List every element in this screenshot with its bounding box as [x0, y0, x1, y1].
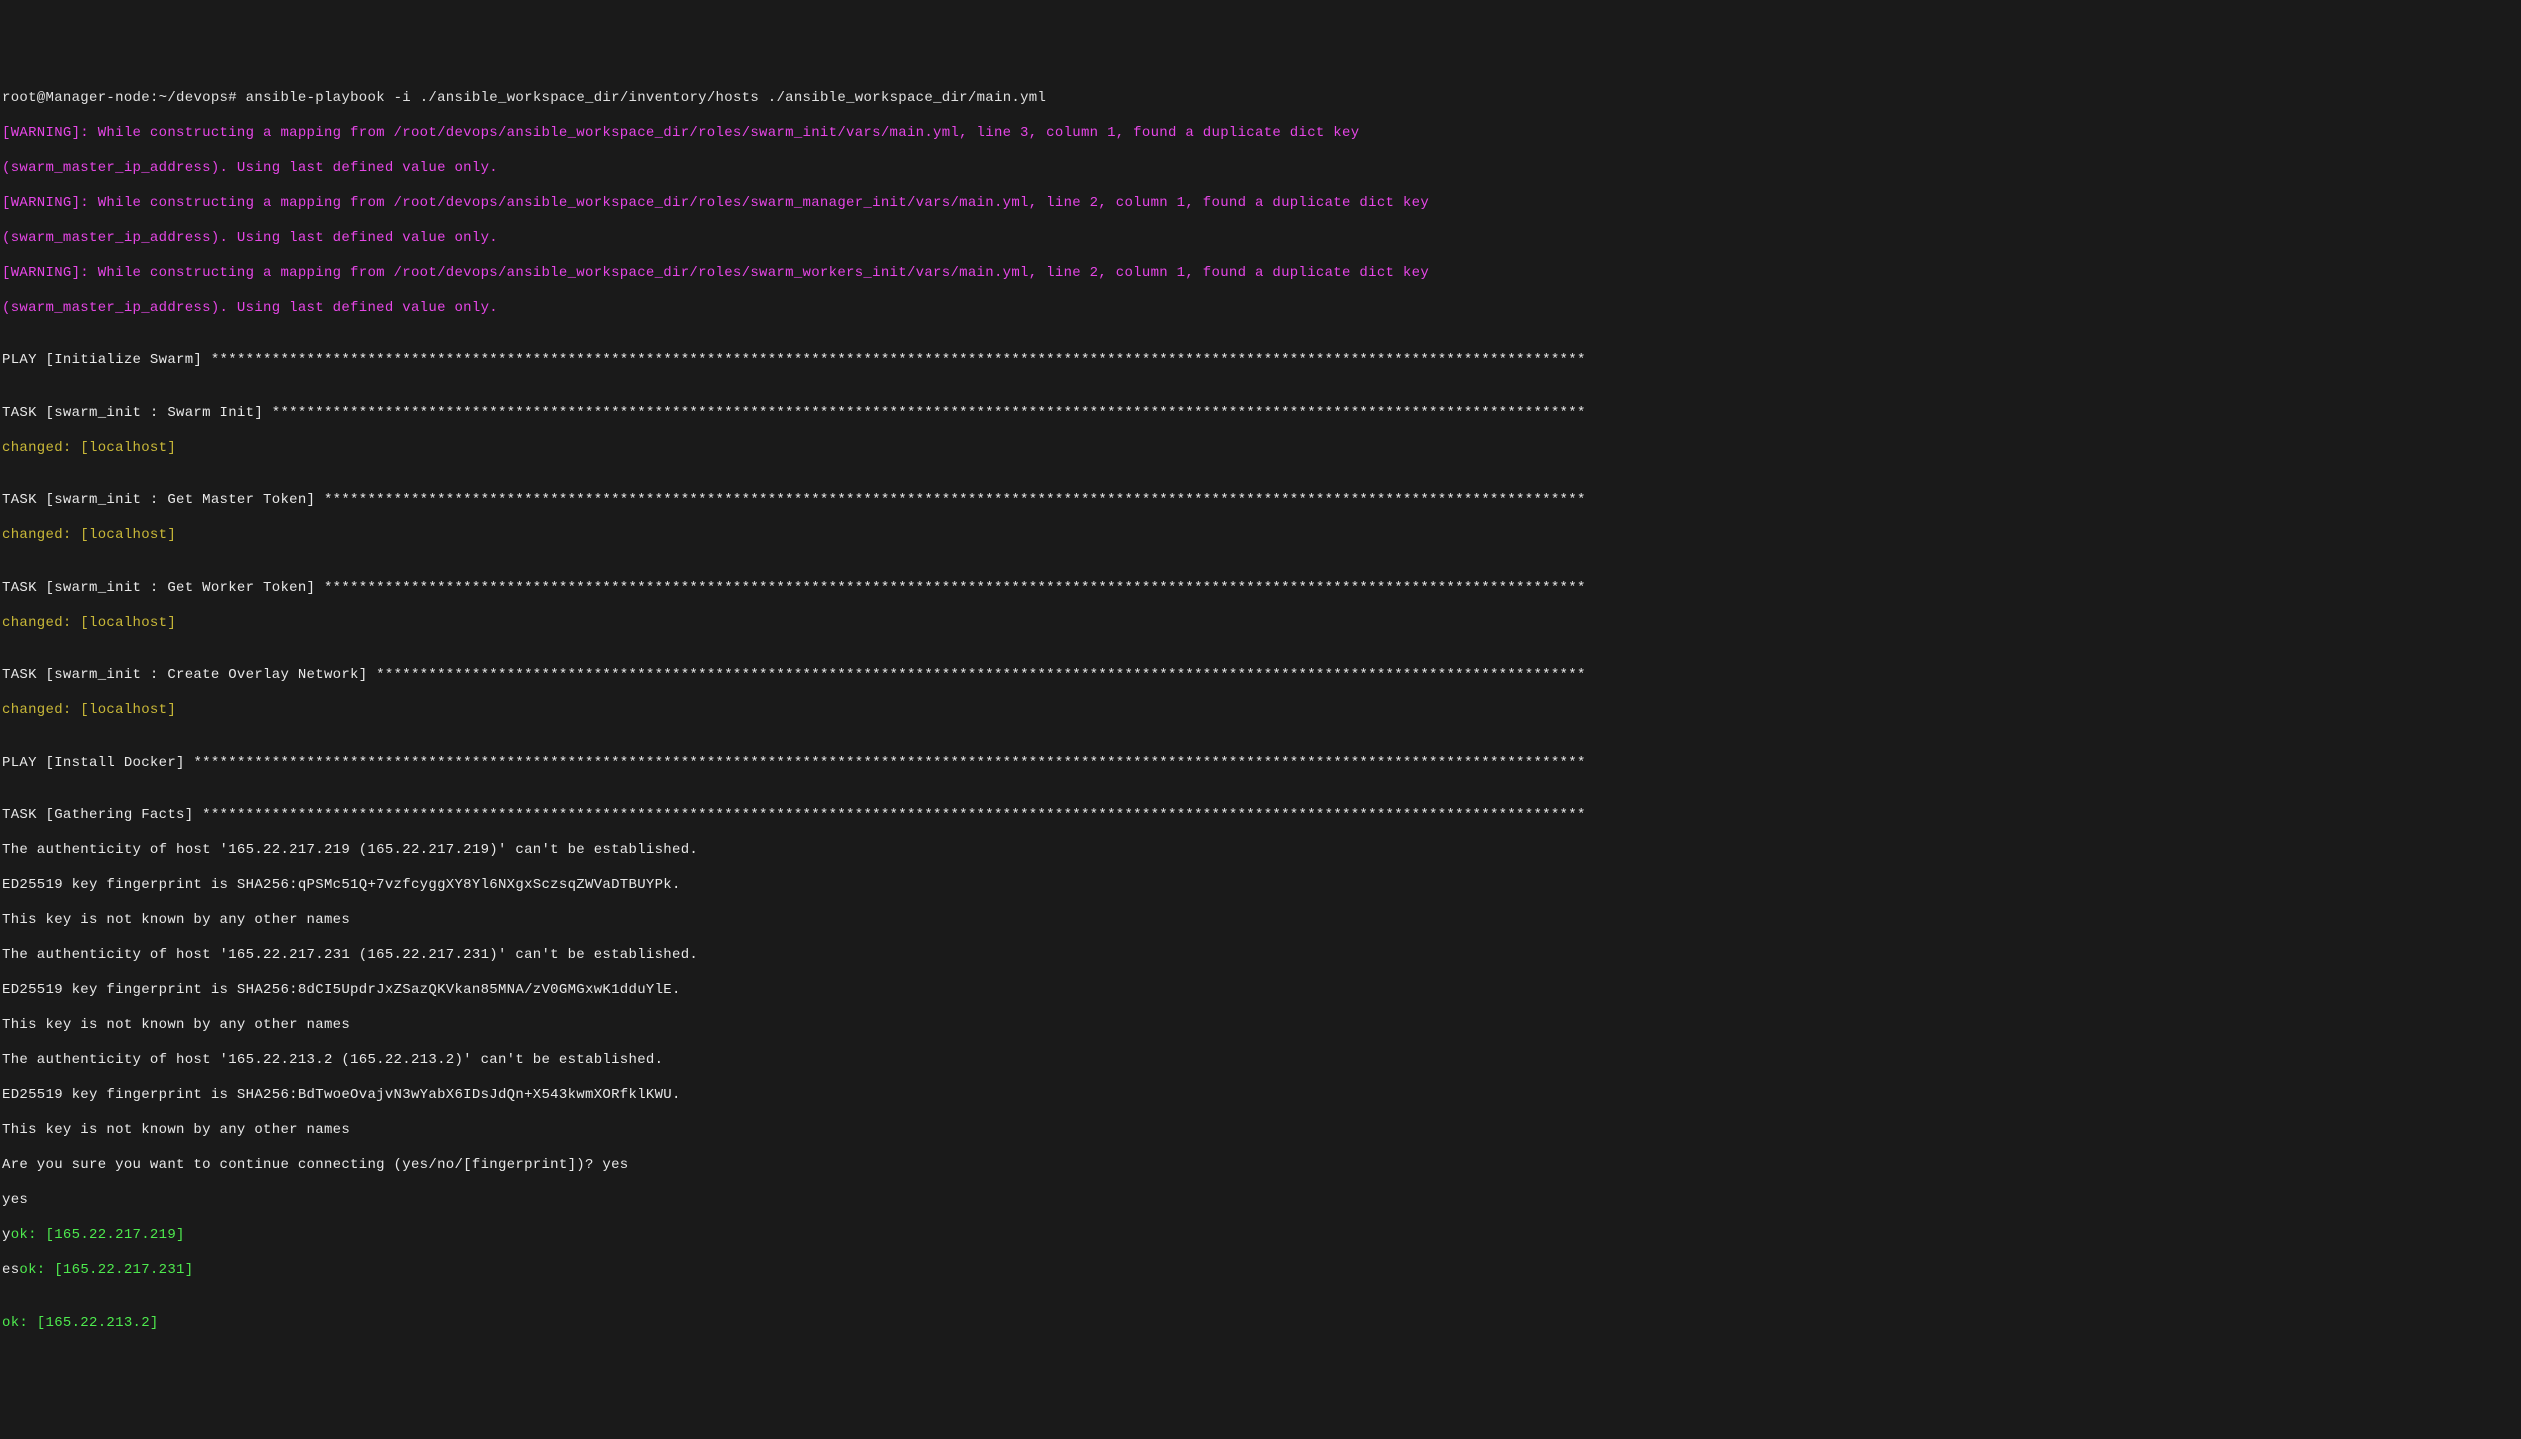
- ssh-prompt-line: This key is not known by any other names: [2, 912, 2519, 930]
- asterisk-fill: ****************************************…: [272, 405, 1586, 421]
- ok-status: ok: [165.22.217.219]: [11, 1227, 185, 1243]
- asterisk-fill: ****************************************…: [376, 667, 1586, 683]
- ok-status: ok: [165.22.213.2]: [2, 1315, 2519, 1333]
- command-text: ansible-playbook -i ./ansible_workspace_…: [246, 90, 1047, 106]
- task-header: TASK [swarm_init : Swarm Init] *********…: [2, 405, 2519, 423]
- ssh-prompt-line: yes: [2, 1192, 2519, 1210]
- task-header: TASK [Gathering Facts] *****************…: [2, 807, 2519, 825]
- prompt-user-host: root@Manager-node: [2, 90, 150, 106]
- warning-line: [WARNING]: While constructing a mapping …: [2, 125, 2519, 143]
- play-header: PLAY [Install Docker] ******************…: [2, 755, 2519, 773]
- task-label: TASK [swarm_init : Get Worker Token]: [2, 580, 324, 596]
- mixed-output-line: yok: [165.22.217.219]: [2, 1227, 2519, 1245]
- task-status: changed: [localhost]: [2, 702, 2519, 720]
- ssh-prompt-line: This key is not known by any other names: [2, 1017, 2519, 1035]
- warning-line: (swarm_master_ip_address). Using last de…: [2, 300, 2519, 318]
- ssh-prompt-line: Are you sure you want to continue connec…: [2, 1157, 2519, 1175]
- ssh-prompt-line: The authenticity of host '165.22.217.231…: [2, 947, 2519, 965]
- ok-status: ok: [165.22.217.231]: [19, 1262, 193, 1278]
- task-header: TASK [swarm_init : Create Overlay Networ…: [2, 667, 2519, 685]
- prompt-line[interactable]: root@Manager-node:~/devops# ansible-play…: [2, 90, 2519, 108]
- task-status: changed: [localhost]: [2, 527, 2519, 545]
- asterisk-fill: ****************************************…: [324, 580, 1586, 596]
- warning-line: (swarm_master_ip_address). Using last de…: [2, 160, 2519, 178]
- ssh-prompt-line: This key is not known by any other names: [2, 1122, 2519, 1140]
- terminal-output: root@Manager-node:~/devops# ansible-play…: [2, 72, 2519, 1350]
- asterisk-fill: ****************************************…: [193, 755, 1585, 771]
- asterisk-fill: ****************************************…: [202, 807, 1586, 823]
- asterisk-fill: ****************************************…: [324, 492, 1586, 508]
- task-label: TASK [swarm_init : Swarm Init]: [2, 405, 272, 421]
- prompt-sep: #: [228, 90, 245, 106]
- play-label: PLAY [Install Docker]: [2, 755, 193, 771]
- task-header: TASK [swarm_init : Get Master Token] ***…: [2, 492, 2519, 510]
- play-header: PLAY [Initialize Swarm] ****************…: [2, 352, 2519, 370]
- task-status: changed: [localhost]: [2, 615, 2519, 633]
- task-header: TASK [swarm_init : Get Worker Token] ***…: [2, 580, 2519, 598]
- warning-line: [WARNING]: While constructing a mapping …: [2, 265, 2519, 283]
- typed-char: es: [2, 1262, 19, 1278]
- mixed-output-line: esok: [165.22.217.231]: [2, 1262, 2519, 1280]
- typed-char: y: [2, 1227, 11, 1243]
- task-label: TASK [swarm_init : Get Master Token]: [2, 492, 324, 508]
- task-label: TASK [swarm_init : Create Overlay Networ…: [2, 667, 376, 683]
- prompt-cwd: ~/devops: [159, 90, 229, 106]
- play-label: PLAY [Initialize Swarm]: [2, 352, 211, 368]
- ssh-prompt-line: The authenticity of host '165.22.217.219…: [2, 842, 2519, 860]
- warning-line: [WARNING]: While constructing a mapping …: [2, 195, 2519, 213]
- prompt-path: :: [150, 90, 159, 106]
- asterisk-fill: ****************************************…: [211, 352, 1586, 368]
- task-status: changed: [localhost]: [2, 440, 2519, 458]
- ssh-prompt-line: ED25519 key fingerprint is SHA256:8dCI5U…: [2, 982, 2519, 1000]
- warning-line: (swarm_master_ip_address). Using last de…: [2, 230, 2519, 248]
- ssh-prompt-line: ED25519 key fingerprint is SHA256:BdTwoe…: [2, 1087, 2519, 1105]
- ssh-prompt-line: ED25519 key fingerprint is SHA256:qPSMc5…: [2, 877, 2519, 895]
- ssh-prompt-line: The authenticity of host '165.22.213.2 (…: [2, 1052, 2519, 1070]
- task-label: TASK [Gathering Facts]: [2, 807, 202, 823]
